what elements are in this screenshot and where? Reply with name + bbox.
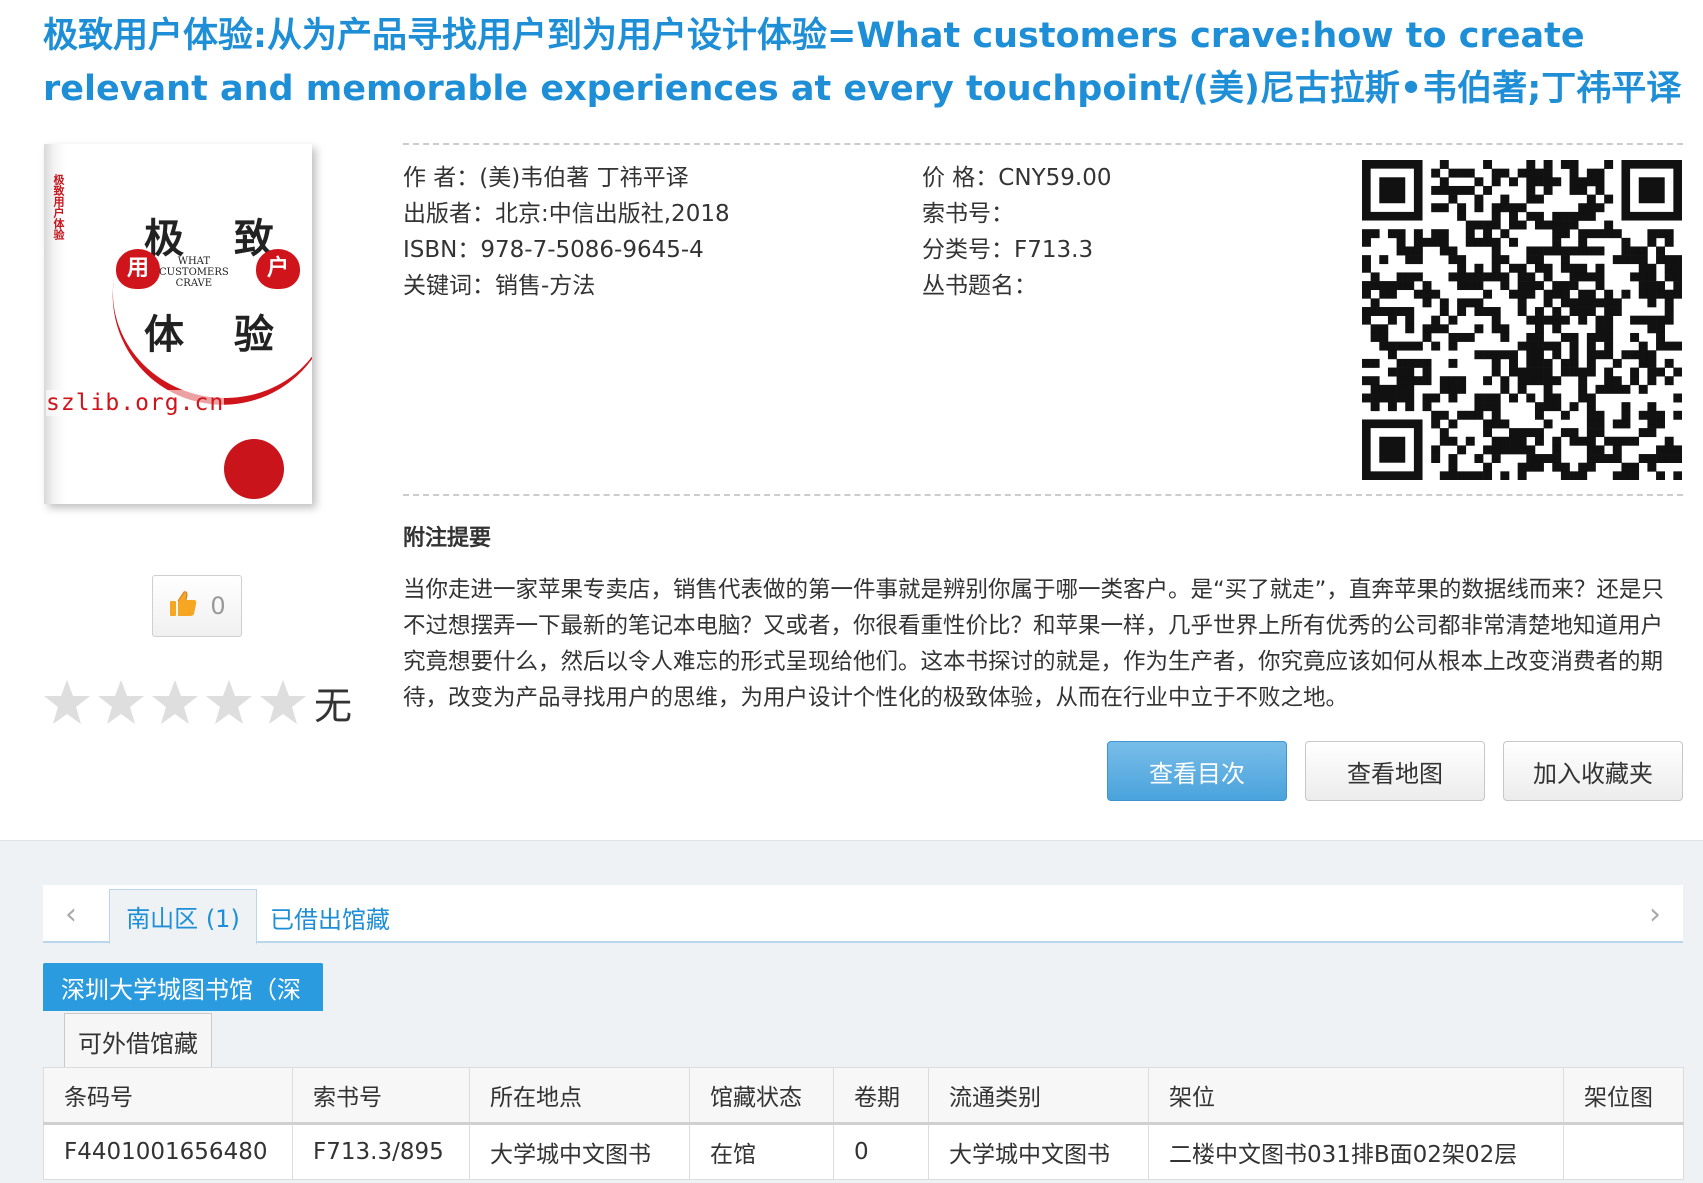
star-icon[interactable]	[150, 678, 200, 728]
view-toc-button[interactable]: 查看目次	[1107, 741, 1287, 801]
notes-title: 附注提要	[403, 526, 492, 551]
divider-middle	[403, 494, 1683, 496]
tab-borrowed[interactable]: 已借出馆藏	[261, 889, 399, 945]
star-icon[interactable]	[42, 678, 92, 728]
book-cover: 极致用户体验 极 致 用 户 WHAT CUSTOMERS CRAVE 体 验 …	[44, 144, 312, 504]
keywords-field: 关键词：销售-方法	[403, 273, 596, 299]
rating-stars: 无	[42, 675, 352, 730]
header-status: 馆藏状态	[689, 1067, 834, 1125]
tab-nanshan[interactable]: 南山区 (1)	[109, 889, 257, 945]
cell-circulation-type: 大学城中文图书	[928, 1123, 1149, 1180]
lendable-holdings-tab[interactable]: 可外借馆藏	[64, 1013, 212, 1069]
cover-spine-text: 极致用户体验	[52, 174, 65, 240]
star-icon[interactable]	[96, 678, 146, 728]
cell-status: 在馆	[689, 1123, 834, 1180]
header-shelf-map: 架位图	[1563, 1067, 1684, 1125]
price-field: 价 格：CNY59.00	[922, 165, 1112, 191]
table-header-row: 条码号 索书号 所在地点 馆藏状态 卷期 流通类别 架位 架位图	[43, 1067, 1684, 1125]
chevron-left-icon[interactable]: ‹	[51, 885, 91, 943]
cell-location: 大学城中文图书	[469, 1123, 690, 1180]
header-call-number: 索书号	[292, 1067, 470, 1125]
cell-volume: 0	[833, 1123, 929, 1180]
table-row: F4401001656480 F713.3/895 大学城中文图书 在馆 0 大…	[43, 1123, 1684, 1180]
header-barcode: 条码号	[43, 1067, 293, 1125]
header-volume: 卷期	[833, 1067, 929, 1125]
cover-red-ball	[224, 439, 284, 499]
add-favorite-button[interactable]: 加入收藏夹	[1503, 741, 1683, 801]
qr-code-icon	[1362, 160, 1682, 480]
watermark-text: szlib.org.cn	[46, 390, 225, 416]
view-map-button[interactable]: 查看地图	[1305, 741, 1485, 801]
author-field: 作 者：(美)韦伯著 丁祎平译	[403, 165, 689, 191]
cell-shelf-map[interactable]	[1563, 1123, 1684, 1180]
series-field: 丛书题名：	[922, 273, 1037, 299]
header-shelf: 架位	[1148, 1067, 1564, 1125]
meta-left: 作 者：(美)韦伯著 丁祎平译 出版者：北京:中信出版社,2018 ISBN：9…	[403, 160, 730, 304]
star-icon[interactable]	[204, 678, 254, 728]
cell-barcode: F4401001656480	[43, 1123, 293, 1180]
header-circulation-type: 流通类别	[928, 1067, 1149, 1125]
cover-what: WHAT	[177, 256, 211, 267]
library-tab[interactable]: 深圳大学城图书馆（深	[43, 963, 323, 1011]
cell-call-number: F713.3/895	[292, 1123, 470, 1180]
isbn-field: ISBN：978-7-5086-9645-4	[403, 237, 704, 263]
cell-shelf: 二楼中文图书031排B面02架02层	[1148, 1123, 1564, 1180]
divider-top	[403, 143, 1683, 145]
holdings-tabbar: ‹ 南山区 (1) 已借出馆藏 ›	[43, 885, 1683, 945]
like-count: 0	[210, 592, 226, 620]
meta-right: 价 格：CNY59.00 索书号： 分类号：F713.3 丛书题名：	[922, 160, 1111, 304]
cover-heart-right: 户	[256, 249, 300, 289]
chevron-right-icon[interactable]: ›	[1635, 885, 1675, 943]
publisher-field: 出版者：北京:中信出版社,2018	[403, 201, 730, 227]
star-icon[interactable]	[258, 678, 308, 728]
rating-text: 无	[314, 684, 353, 728]
holdings-table: 条码号 索书号 所在地点 馆藏状态 卷期 流通类别 架位 架位图 F440100…	[43, 1067, 1684, 1180]
call-number-field: 索书号：	[922, 201, 1014, 227]
header-location: 所在地点	[469, 1067, 690, 1125]
classification-field: 分类号：F713.3	[922, 237, 1094, 263]
like-button[interactable]: 0	[152, 575, 242, 637]
book-title: 极致用户体验:从为产品寻找用户到为用户设计体验=What customers c…	[43, 16, 1682, 109]
notes-body: 当你走进一家苹果专卖店，销售代表做的第一件事就是辨别你属于哪一类客户。是“买了就…	[403, 577, 1664, 711]
thumbs-up-icon	[168, 589, 198, 623]
